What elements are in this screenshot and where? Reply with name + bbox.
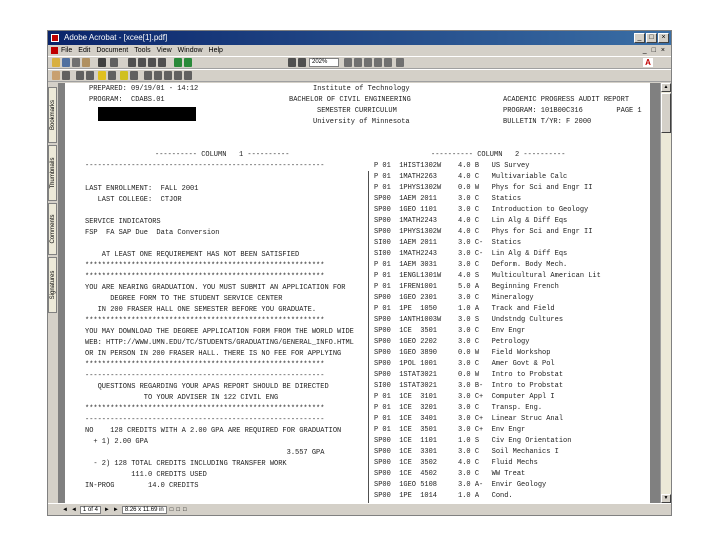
tab-comments[interactable]: Comments [48, 203, 57, 255]
doc-minimize-button[interactable]: _ [643, 45, 647, 56]
col1-line: IN-PROG 14.0 CREDITS [85, 482, 199, 490]
zoom-out-icon[interactable] [288, 58, 296, 67]
prev-page-nav-icon[interactable]: ◄ [71, 504, 77, 515]
tools-toolbar [48, 69, 671, 82]
graphics-select-icon[interactable] [86, 71, 94, 80]
title-bar[interactable]: Adobe Acrobat - [xcee[1].pdf] _ □ × [48, 31, 671, 45]
forward-icon[interactable] [184, 58, 192, 67]
maximize-button[interactable]: □ [646, 33, 657, 43]
zoom-field[interactable]: 202% [309, 58, 339, 67]
tab-bookmarks[interactable]: Bookmarks [48, 87, 57, 143]
fit-width-icon[interactable] [374, 58, 382, 67]
col1-line: ----------------------------------------… [85, 162, 325, 170]
menu-help[interactable]: Help [209, 45, 223, 56]
menu-edit[interactable]: Edit [78, 45, 90, 56]
note-tool-icon[interactable] [98, 71, 106, 80]
text-select-icon[interactable] [76, 71, 84, 80]
back-icon[interactable] [174, 58, 182, 67]
menu-document[interactable]: Document [96, 45, 128, 56]
fit-visible-icon[interactable] [384, 58, 392, 67]
scroll-down-icon[interactable]: ▼ [661, 494, 671, 503]
zoom-in-icon[interactable] [298, 58, 306, 67]
last-page-icon[interactable] [158, 58, 166, 67]
col1-line: LAST COLLEGE: CTJOR [85, 196, 182, 204]
doc-close-button[interactable]: × [661, 45, 665, 56]
acrobat-logo-icon: A [643, 58, 653, 67]
rotate-icon[interactable] [396, 58, 404, 67]
crop-tool-icon[interactable] [144, 71, 152, 80]
pdf-page: PREPARED: 09/19/01 - 14:12 Institute of … [65, 83, 650, 503]
fit-page-icon[interactable] [364, 58, 372, 67]
facing-page-icon[interactable]: □ [183, 504, 187, 515]
touchup-object-icon[interactable] [174, 71, 182, 80]
window-title: Adobe Acrobat - [xcee[1].pdf] [64, 33, 168, 42]
menu-window[interactable]: Window [178, 45, 203, 56]
document-view[interactable]: PREPARED: 09/19/01 - 14:12 Institute of … [59, 83, 662, 503]
prev-page-icon[interactable] [138, 58, 146, 67]
header-bulletin: BULLETIN T/YR: F 2000 [503, 118, 592, 126]
page-number-field[interactable]: 1 of 4 [79, 506, 101, 514]
save-icon[interactable] [62, 58, 70, 67]
scroll-thumb[interactable] [661, 93, 671, 133]
last-page-nav-icon[interactable]: ► [113, 504, 119, 515]
scroll-up-icon[interactable]: ▲ [661, 83, 671, 92]
highlight-tool-icon[interactable] [120, 71, 128, 80]
touchup-text-icon[interactable] [164, 71, 172, 80]
menu-file[interactable]: File [61, 45, 72, 56]
zoom-dropdown-icon[interactable] [344, 58, 352, 67]
menu-bar: File Edit Document Tools View Window Hel… [48, 45, 671, 56]
redaction-box [98, 107, 196, 121]
find-icon[interactable] [110, 58, 118, 67]
next-page-icon[interactable] [148, 58, 156, 67]
doc-restore-button[interactable]: □ [652, 45, 656, 56]
tab-thumbnails[interactable]: Thumbnails [48, 145, 57, 201]
continuous-page-icon[interactable]: □ [176, 504, 180, 515]
column-separator [368, 171, 369, 503]
tab-signatures[interactable]: Signatures [48, 257, 57, 313]
email-icon[interactable] [82, 58, 90, 67]
open-icon[interactable] [52, 58, 60, 67]
header-program: PROGRAM: CDABS.01 [89, 96, 165, 104]
search-icon[interactable] [98, 58, 106, 67]
status-bar: ◄ ◄ 1 of 4 ► ► 8.26 x 11.69 in □ □ □ [48, 503, 671, 515]
vertical-scrollbar[interactable]: ▲ ▼ [660, 83, 671, 503]
main-toolbar: 202% A [48, 56, 671, 69]
actual-size-icon[interactable] [354, 58, 362, 67]
acrobat-window: Adobe Acrobat - [xcee[1].pdf] _ □ × File… [47, 30, 672, 516]
col1-line: FSP FA SAP Due Data Conversion [85, 229, 220, 237]
first-page-nav-icon[interactable]: ◄ [62, 504, 68, 515]
acrobat-app-icon [51, 34, 59, 42]
close-button[interactable]: × [658, 33, 669, 43]
col2-course-row: SP00 1PE 1014 1.0 A Cond. [374, 492, 513, 500]
document-icon[interactable] [51, 47, 58, 54]
print-icon[interactable] [72, 58, 80, 67]
form-tool-icon[interactable] [154, 71, 162, 80]
hand-tool-icon[interactable] [52, 71, 60, 80]
header-university: University of Minnesota [313, 118, 410, 126]
link-tool-icon[interactable] [130, 71, 138, 80]
menu-view[interactable]: View [157, 45, 172, 56]
menu-tools[interactable]: Tools [134, 45, 150, 56]
pencil-tool-icon[interactable] [108, 71, 116, 80]
single-page-icon[interactable]: □ [170, 504, 174, 515]
minimize-button[interactable]: _ [634, 33, 645, 43]
zoom-tool-icon[interactable] [62, 71, 70, 80]
navigation-pane-tabs: Bookmarks Thumbnails Comments Signatures [48, 83, 59, 503]
next-page-nav-icon[interactable]: ► [104, 504, 110, 515]
page-size-readout: 8.26 x 11.69 in [121, 506, 167, 514]
first-page-icon[interactable] [128, 58, 136, 67]
text-tool-icon[interactable] [184, 71, 192, 80]
